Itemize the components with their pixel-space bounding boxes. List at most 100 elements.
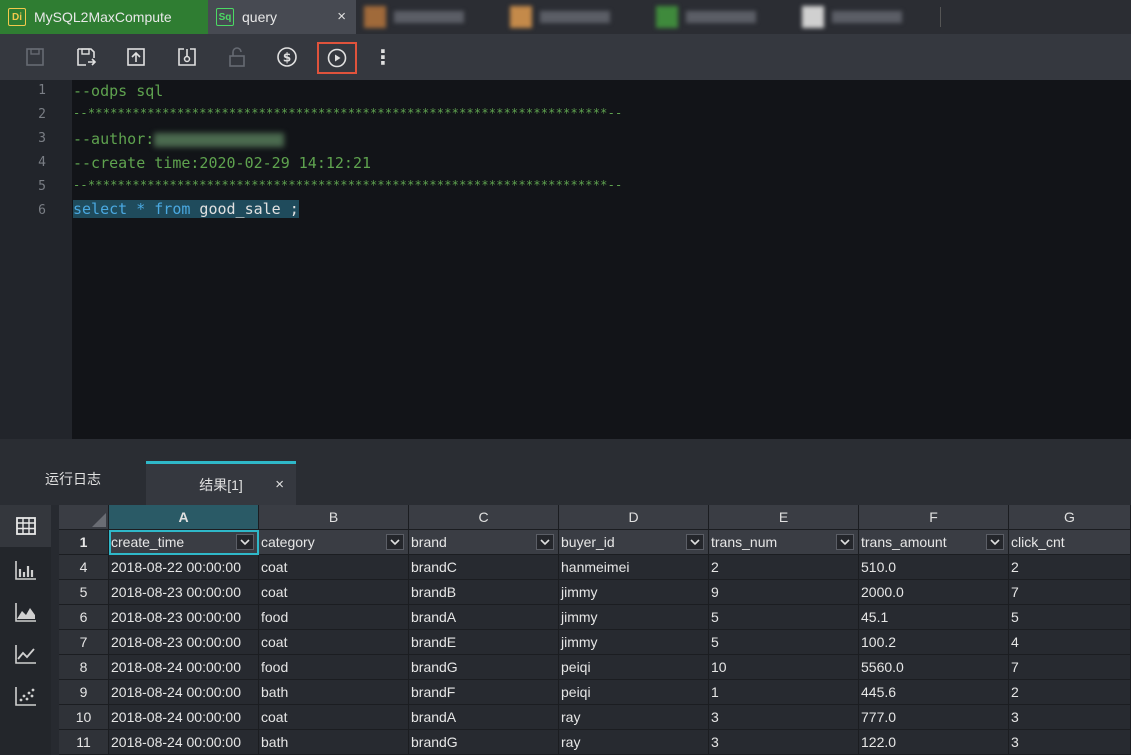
table-cell[interactable]: brandB xyxy=(409,580,559,605)
table-cell[interactable]: coat xyxy=(259,580,409,605)
table-cell[interactable]: food xyxy=(259,655,409,680)
column-header-trans_num[interactable]: trans_num xyxy=(709,530,859,555)
table-cell[interactable]: brandG xyxy=(409,730,559,755)
close-tab-icon[interactable]: × xyxy=(337,8,346,25)
table-cell[interactable]: 10 xyxy=(709,655,859,680)
table-cell[interactable]: jimmy xyxy=(559,630,709,655)
column-filter-dropdown[interactable] xyxy=(536,534,554,550)
column-header-buyer_id[interactable]: buyer_id xyxy=(559,530,709,555)
table-cell[interactable]: 5560.0 xyxy=(859,655,1009,680)
table-cell[interactable]: 9 xyxy=(709,580,859,605)
column-header-trans_amount[interactable]: trans_amount xyxy=(859,530,1009,555)
line-chart-view-button[interactable] xyxy=(0,633,51,675)
table-cell[interactable]: 2018-08-23 00:00:00 xyxy=(109,630,259,655)
save-as-button[interactable] xyxy=(73,44,99,70)
table-cell[interactable]: 7 xyxy=(1009,655,1131,680)
table-cell[interactable]: brandG xyxy=(409,655,559,680)
table-cell[interactable]: 5 xyxy=(709,605,859,630)
column-letter[interactable]: G xyxy=(1009,505,1131,530)
cost-estimate-button[interactable]: $ xyxy=(274,44,300,70)
table-cell[interactable]: brandA xyxy=(409,705,559,730)
table-cell[interactable]: 2018-08-23 00:00:00 xyxy=(109,605,259,630)
table-cell[interactable]: hanmeimei xyxy=(559,555,709,580)
lock-button[interactable] xyxy=(224,44,250,70)
table-cell[interactable]: jimmy xyxy=(559,605,709,630)
row-number[interactable]: 5 xyxy=(59,580,109,605)
table-cell[interactable]: 3 xyxy=(1009,705,1131,730)
column-header-brand[interactable]: brand xyxy=(409,530,559,555)
table-cell[interactable]: 510.0 xyxy=(859,555,1009,580)
table-cell[interactable]: ray xyxy=(559,705,709,730)
scatter-chart-view-button[interactable] xyxy=(0,675,51,717)
table-cell[interactable]: 2018-08-24 00:00:00 xyxy=(109,680,259,705)
table-cell[interactable]: bath xyxy=(259,680,409,705)
bar-chart-view-button[interactable] xyxy=(0,549,51,591)
table-cell[interactable]: 7 xyxy=(1009,580,1131,605)
row-number[interactable]: 6 xyxy=(59,605,109,630)
table-cell[interactable]: brandF xyxy=(409,680,559,705)
row-number[interactable]: 7 xyxy=(59,630,109,655)
row-number[interactable]: 4 xyxy=(59,555,109,580)
tab-blurred-2[interactable] xyxy=(502,0,648,34)
table-cell[interactable]: bath xyxy=(259,730,409,755)
sql-code-editor[interactable]: 1 2 3 4 5 6 --odps sql --***************… xyxy=(0,80,1131,439)
row-number[interactable]: 10 xyxy=(59,705,109,730)
column-letter[interactable]: D xyxy=(559,505,709,530)
tab-blurred-1[interactable] xyxy=(356,0,502,34)
run-button[interactable] xyxy=(317,42,357,74)
select-all-corner[interactable] xyxy=(59,505,109,530)
column-letter[interactable]: B xyxy=(259,505,409,530)
column-filter-dropdown[interactable] xyxy=(986,534,1004,550)
more-icon[interactable]: ⋮ xyxy=(370,44,396,70)
column-filter-dropdown[interactable] xyxy=(686,534,704,550)
table-cell[interactable]: brandA xyxy=(409,605,559,630)
close-result-icon[interactable]: × xyxy=(275,476,284,493)
table-cell[interactable]: coat xyxy=(259,705,409,730)
table-cell[interactable]: brandC xyxy=(409,555,559,580)
row-number[interactable]: 1 xyxy=(59,530,109,555)
area-chart-view-button[interactable] xyxy=(0,591,51,633)
tab-blurred-4[interactable] xyxy=(794,0,940,34)
row-number[interactable]: 9 xyxy=(59,680,109,705)
column-header-create_time[interactable]: create_time xyxy=(109,530,259,555)
column-letter[interactable]: E xyxy=(709,505,859,530)
table-cell[interactable]: 2 xyxy=(709,555,859,580)
column-header-category[interactable]: category xyxy=(259,530,409,555)
table-cell[interactable]: 2 xyxy=(1009,680,1131,705)
column-filter-dropdown[interactable] xyxy=(236,534,254,550)
commit-button[interactable] xyxy=(123,44,149,70)
table-cell[interactable]: 5 xyxy=(1009,605,1131,630)
table-cell[interactable]: 4 xyxy=(1009,630,1131,655)
table-cell[interactable]: 2018-08-24 00:00:00 xyxy=(109,705,259,730)
deploy-button[interactable] xyxy=(174,44,200,70)
table-cell[interactable]: 5 xyxy=(709,630,859,655)
table-cell[interactable]: ray xyxy=(559,730,709,755)
table-cell[interactable]: 2 xyxy=(1009,555,1131,580)
table-cell[interactable]: 2018-08-22 00:00:00 xyxy=(109,555,259,580)
table-cell[interactable]: peiqi xyxy=(559,680,709,705)
tab-run-log[interactable]: 运行日志 xyxy=(0,461,146,505)
column-filter-dropdown[interactable] xyxy=(386,534,404,550)
tab-query[interactable]: Sq query × xyxy=(208,0,356,34)
table-cell[interactable]: 100.2 xyxy=(859,630,1009,655)
table-cell[interactable]: peiqi xyxy=(559,655,709,680)
tab-mysql2maxcompute[interactable]: Di MySQL2MaxCompute xyxy=(0,0,208,34)
table-cell[interactable]: 122.0 xyxy=(859,730,1009,755)
row-number[interactable]: 8 xyxy=(59,655,109,680)
save-button[interactable] xyxy=(22,44,48,70)
table-cell[interactable]: 3 xyxy=(709,705,859,730)
table-cell[interactable]: 3 xyxy=(709,730,859,755)
column-filter-dropdown[interactable] xyxy=(836,534,854,550)
table-view-button[interactable] xyxy=(0,505,51,547)
table-cell[interactable]: 777.0 xyxy=(859,705,1009,730)
table-cell[interactable]: 445.6 xyxy=(859,680,1009,705)
table-cell[interactable]: 2000.0 xyxy=(859,580,1009,605)
table-cell[interactable]: 2018-08-24 00:00:00 xyxy=(109,730,259,755)
column-letter[interactable]: A xyxy=(109,505,259,530)
tab-result-1[interactable]: 结果[1] × xyxy=(146,461,296,505)
tab-blurred-3[interactable] xyxy=(648,0,794,34)
table-cell[interactable]: coat xyxy=(259,555,409,580)
table-cell[interactable]: brandE xyxy=(409,630,559,655)
table-cell[interactable]: 2018-08-24 00:00:00 xyxy=(109,655,259,680)
table-cell[interactable]: 3 xyxy=(1009,730,1131,755)
